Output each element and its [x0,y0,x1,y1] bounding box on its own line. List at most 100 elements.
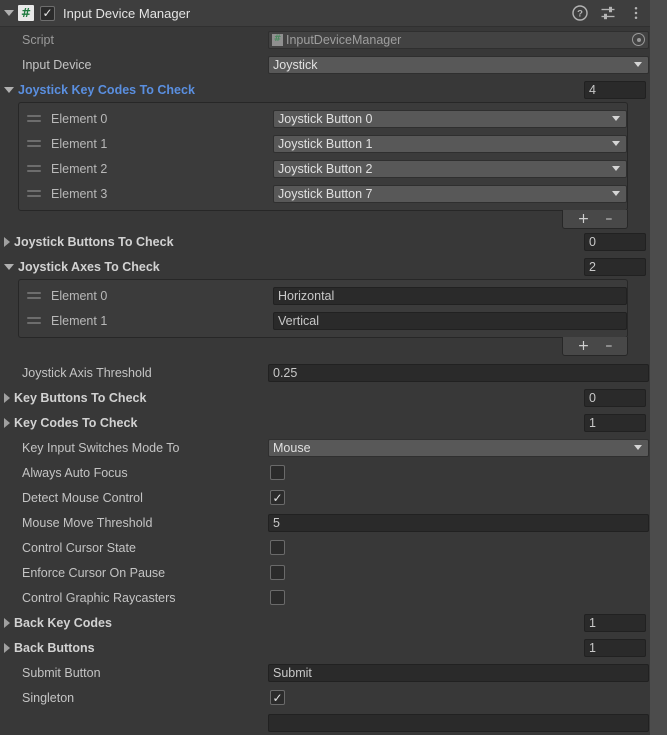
row-joystick-axis-threshold: Joystick Axis Threshold 0.25 [0,360,650,385]
component-header[interactable]: # ✓ Input Device Manager ? [0,0,650,27]
singleton-checkbox[interactable]: ✓ [270,690,285,705]
key-input-switches-mode-dropdown[interactable]: Mouse [268,438,649,457]
row-submit-button: Submit Button Submit [0,660,650,685]
back-buttons-size-value: 1 [589,640,596,655]
element-label: Element 0 [51,111,108,126]
joystick-key-codes-foldout-icon[interactable] [4,86,14,93]
back-buttons-foldout-icon[interactable] [4,642,10,653]
array-element-row[interactable]: Element 2 Joystick Button 2 [19,156,627,181]
submit-button-input[interactable]: Submit [268,663,649,682]
row-back-buttons[interactable]: Back Buttons 1 [0,635,650,660]
script-file-glyph: # [273,34,282,44]
object-picker-icon[interactable] [632,33,645,46]
remove-element-button[interactable]: – [605,212,612,226]
joystick-key-codes-label: Joystick Key Codes To Check [18,82,195,97]
preset-icon[interactable] [600,5,616,21]
joystick-key-codes-array-footer: + – [18,210,628,229]
component-foldout-icon[interactable] [4,10,14,16]
control-cursor-state-checkbox[interactable] [270,540,285,555]
array-size-buttons: + – [562,337,628,356]
joystick-axes-foldout-icon[interactable] [4,263,14,270]
key-buttons-foldout-icon[interactable] [4,392,10,403]
always-auto-focus-label: Always Auto Focus [22,465,128,480]
key-buttons-size-field[interactable]: 0 [584,388,646,407]
element-dropdown[interactable]: Joystick Button 7 [273,184,627,203]
array-element-row[interactable]: Element 1 Vertical [19,308,627,333]
control-cursor-state-label-col: Control Cursor State [4,541,268,555]
joystick-buttons-size-value: 0 [589,234,596,249]
input-device-value: Joystick [273,57,318,72]
back-buttons-size-field[interactable]: 1 [584,638,646,657]
row-joystick-buttons[interactable]: Joystick Buttons To Check 0 [0,229,650,254]
joystick-axis-threshold-value: 0.25 [273,365,298,380]
back-key-codes-label: Back Key Codes [14,615,112,630]
joystick-axes-size-field[interactable]: 2 [584,257,646,276]
help-icon[interactable]: ? [572,5,588,21]
drag-handle-icon[interactable] [27,291,41,301]
always-auto-focus-checkbox[interactable] [270,465,285,480]
add-element-button[interactable]: + [578,212,590,226]
add-element-button[interactable]: + [578,339,590,353]
mouse-move-threshold-value: 5 [273,515,280,530]
joystick-axis-threshold-input[interactable]: 0.25 [268,363,649,382]
chevron-down-icon [612,116,620,121]
script-value: InputDeviceManager [286,32,402,47]
submit-button-label: Submit Button [22,665,101,680]
mouse-move-threshold-input[interactable]: 5 [268,513,649,532]
back-key-codes-size-field[interactable]: 1 [584,613,646,632]
key-codes-size-field[interactable]: 1 [584,413,646,432]
row-joystick-key-codes[interactable]: Joystick Key Codes To Check 4 [0,77,650,102]
checkbox-mark: ✓ [272,690,283,705]
component-title: Input Device Manager [63,5,191,21]
key-input-switches-mode-label-col: Key Input Switches Mode To [4,441,268,455]
joystick-buttons-label-col: Joystick Buttons To Check [4,235,268,249]
row-key-codes[interactable]: Key Codes To Check 1 [0,410,650,435]
joystick-axes-label: Joystick Axes To Check [18,259,160,274]
back-key-codes-foldout-icon[interactable] [4,617,10,628]
joystick-buttons-foldout-icon[interactable] [4,236,10,247]
element-value: Horizontal [278,288,335,303]
element-value: Joystick Button 7 [278,186,373,201]
key-codes-foldout-icon[interactable] [4,417,10,428]
header-icon-group: ? [572,5,644,21]
drag-handle-icon[interactable] [27,316,41,326]
row-joystick-axes[interactable]: Joystick Axes To Check 2 [0,254,650,279]
csharp-script-glyph: # [20,6,32,20]
control-cursor-state-label: Control Cursor State [22,540,136,555]
row-back-key-codes[interactable]: Back Key Codes 1 [0,610,650,635]
back-key-codes-size-value: 1 [589,615,596,630]
control-graphic-raycasters-checkbox[interactable] [270,590,285,605]
joystick-key-codes-size-field[interactable]: 4 [584,80,646,99]
input-device-label: Input Device [22,57,92,72]
drag-handle-icon[interactable] [27,114,41,124]
more-menu-icon[interactable] [628,5,644,21]
vertical-scrollbar[interactable] [650,0,667,735]
array-element-row[interactable]: Element 0 Joystick Button 0 [19,106,627,131]
next-partial-field[interactable] [268,713,649,732]
enforce-cursor-on-pause-checkbox[interactable] [270,565,285,580]
component-enabled-checkbox[interactable]: ✓ [40,5,55,21]
element-text-field[interactable]: Vertical [273,311,627,330]
detect-mouse-control-checkbox[interactable]: ✓ [270,490,285,505]
array-size-buttons: + – [562,210,628,229]
drag-handle-icon[interactable] [27,189,41,199]
input-device-dropdown[interactable]: Joystick [268,55,649,74]
input-device-label-col: Input Device [4,58,268,72]
drag-handle-icon[interactable] [27,164,41,174]
joystick-key-codes-size-value: 4 [589,82,596,97]
back-key-codes-label-col: Back Key Codes [4,616,268,630]
row-enforce-cursor-on-pause: Enforce Cursor On Pause [0,560,650,585]
array-element-row[interactable]: Element 0 Horizontal [19,283,627,308]
row-key-buttons[interactable]: Key Buttons To Check 0 [0,385,650,410]
enforce-cursor-on-pause-label: Enforce Cursor On Pause [22,565,166,580]
joystick-buttons-size-field[interactable]: 0 [584,232,646,251]
element-dropdown[interactable]: Joystick Button 2 [273,159,627,178]
element-dropdown[interactable]: Joystick Button 1 [273,134,627,153]
remove-element-button[interactable]: – [605,339,612,353]
element-text-field[interactable]: Horizontal [273,286,627,305]
array-element-row[interactable]: Element 1 Joystick Button 1 [19,131,627,156]
submit-button-value: Submit [273,665,312,680]
element-dropdown[interactable]: Joystick Button 0 [273,109,627,128]
drag-handle-icon[interactable] [27,139,41,149]
array-element-row[interactable]: Element 3 Joystick Button 7 [19,181,627,206]
